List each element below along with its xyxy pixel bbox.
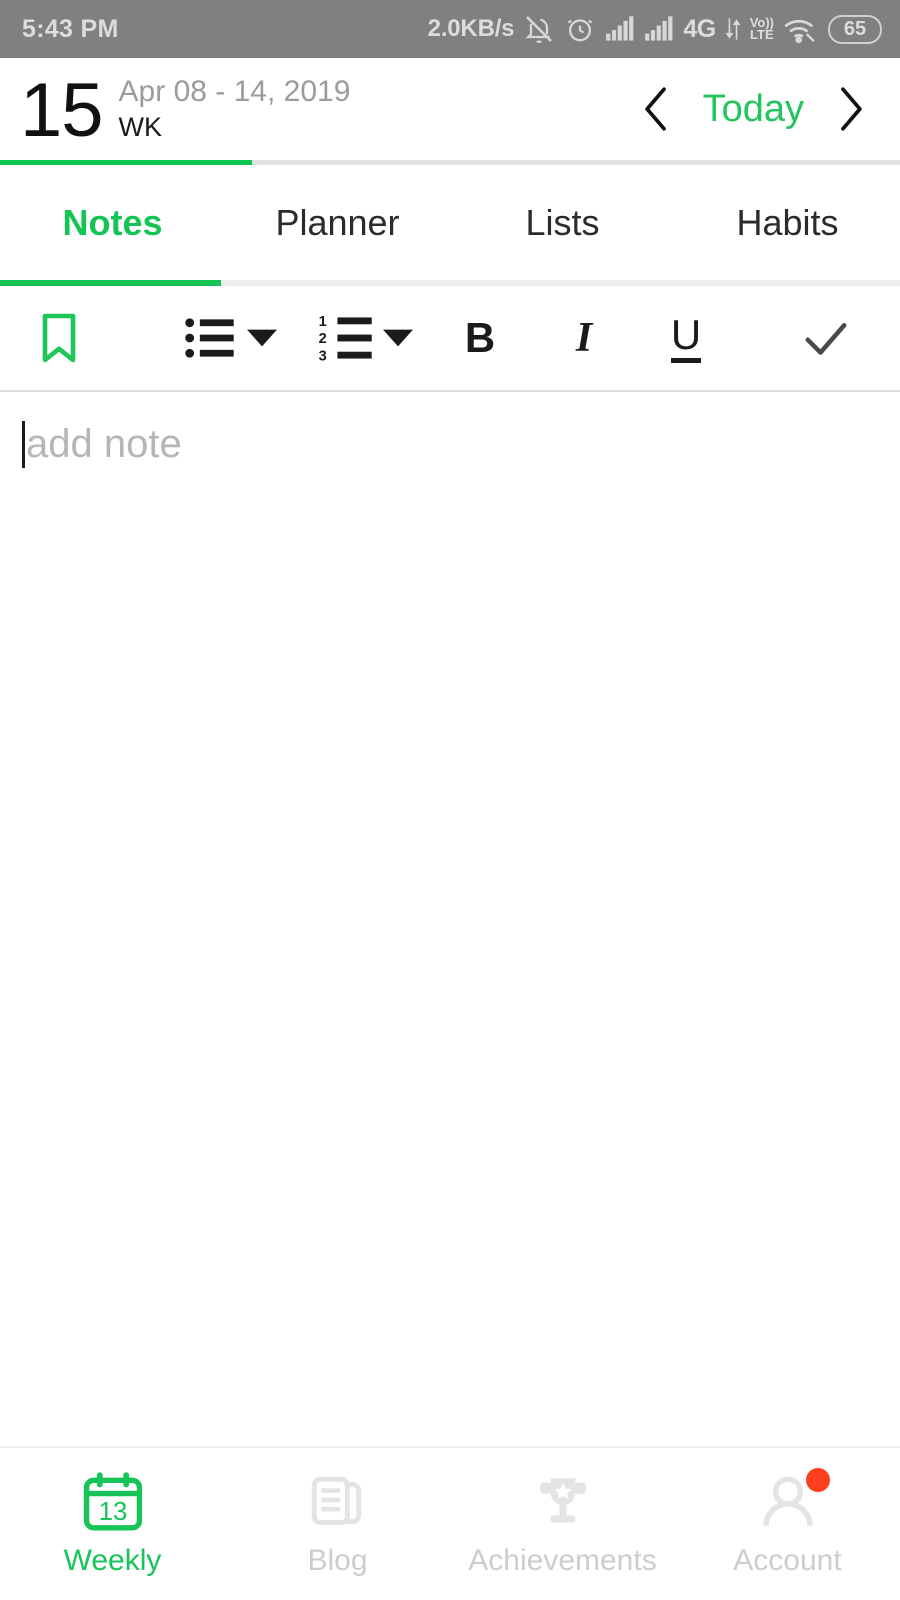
nav-label-weekly: Weekly <box>63 1544 162 1577</box>
volte-icon: Vo)) LTE <box>750 15 774 42</box>
svg-text:1: 1 <box>319 314 327 330</box>
today-button[interactable]: Today <box>703 88 804 131</box>
underline-button[interactable]: U <box>654 286 718 390</box>
nav-item-achievements[interactable]: Achievements <box>450 1470 675 1578</box>
bookmark-icon[interactable] <box>28 286 90 390</box>
status-bar-icons: 2.0KB/s 4G Vo)) LTE 65 <box>428 13 882 45</box>
bottom-navigation: 13 Weekly Blog Achievements Account <box>0 1448 900 1600</box>
account-notification-badge <box>805 1468 830 1492</box>
tab-habits[interactable]: Habits <box>675 202 900 244</box>
signal-icon <box>644 16 674 42</box>
nav-label-account: Account <box>733 1544 842 1577</box>
text-caret <box>22 421 25 468</box>
numbered-list-chevron-down-icon[interactable] <box>372 286 424 390</box>
bold-label: B <box>464 314 496 361</box>
data-arrows-icon <box>725 16 741 42</box>
person-icon <box>754 1468 830 1534</box>
nav-item-account[interactable]: Account <box>675 1468 900 1578</box>
week-info[interactable]: 15 Apr 08 - 14, 2019 WK <box>20 69 350 149</box>
calendar-icon: 13 <box>79 1470 147 1534</box>
battery-icon: 65 <box>828 14 882 44</box>
section-tabs: Notes Planner Lists Habits <box>0 165 900 280</box>
tab-notes[interactable]: Notes <box>0 202 225 244</box>
week-header: 15 Apr 08 - 14, 2019 WK Today <box>0 58 900 160</box>
network-rate-text: 2.0KB/s <box>427 15 515 42</box>
bullet-list-icon[interactable] <box>178 286 242 390</box>
battery-level-text: 65 <box>843 17 867 40</box>
svg-text:2: 2 <box>319 331 327 347</box>
bullet-list-chevron-down-icon[interactable] <box>236 286 288 390</box>
check-icon[interactable] <box>794 286 858 390</box>
week-date-range: Apr 08 - 14, 2019 <box>118 75 351 108</box>
note-placeholder: add note <box>26 422 182 466</box>
underline-label: U <box>670 313 702 363</box>
svg-text:3: 3 <box>319 348 327 362</box>
nav-label-blog: Blog <box>307 1544 368 1577</box>
tab-lists[interactable]: Lists <box>450 202 675 244</box>
week-number: 15 <box>20 68 104 153</box>
alarm-icon <box>564 13 596 45</box>
svg-text:13: 13 <box>98 1498 127 1526</box>
tab-planner[interactable]: Planner <box>225 202 450 244</box>
status-bar: 5:43 PM 2.0KB/s 4G Vo)) LTE 65 <box>0 0 900 58</box>
bold-button[interactable]: B <box>448 286 512 390</box>
nav-item-weekly[interactable]: 13 Weekly <box>0 1470 225 1578</box>
nav-label-achievements: Achievements <box>468 1544 657 1577</box>
signal-icon <box>605 16 635 42</box>
italic-button[interactable]: I <box>552 286 616 390</box>
status-bar-time: 5:43 PM <box>22 14 119 43</box>
week-unit-label: WK <box>118 112 163 142</box>
trophy-icon <box>529 1470 597 1534</box>
numbered-list-icon[interactable]: 1 2 3 <box>312 286 380 390</box>
network-type-text: 4G <box>683 14 716 43</box>
document-icon <box>304 1470 372 1534</box>
format-toolbar: 1 2 3 B I U <box>0 286 900 390</box>
prev-week-button[interactable] <box>637 85 677 133</box>
next-week-button[interactable] <box>830 85 870 133</box>
note-editor[interactable]: add note <box>0 392 900 1446</box>
volte-bottom-text: LTE <box>750 27 774 42</box>
italic-label: I <box>575 315 593 361</box>
app-screen: 5:43 PM 2.0KB/s 4G Vo)) LTE 65 15 Apr 08… <box>0 0 900 1600</box>
bell-muted-icon <box>523 13 555 45</box>
nav-item-blog[interactable]: Blog <box>225 1470 450 1578</box>
wifi-icon <box>783 14 819 44</box>
